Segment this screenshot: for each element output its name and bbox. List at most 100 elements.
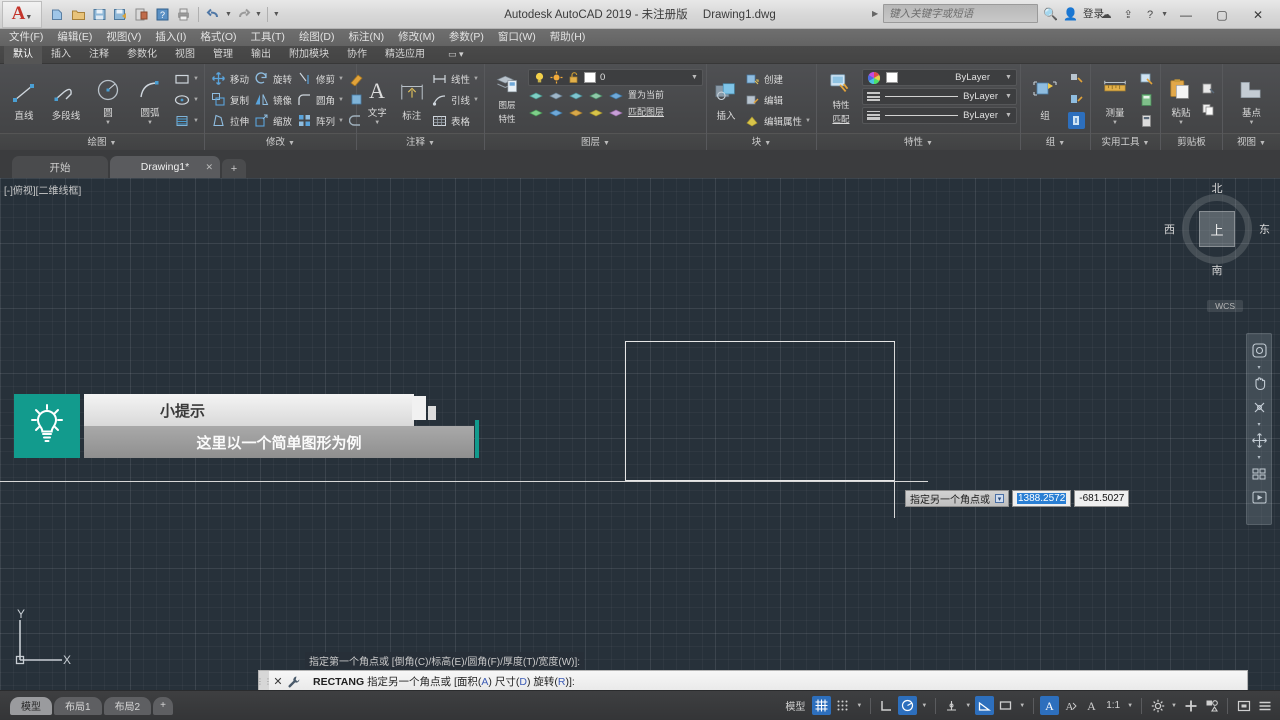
play-nav-icon[interactable] [1249, 487, 1269, 507]
clean-screen-icon[interactable] [1234, 696, 1253, 715]
view-cube-west-label[interactable]: 西 [1164, 221, 1175, 237]
undo-caret-icon[interactable]: ▼ [225, 11, 232, 18]
ribbon-tab-addins[interactable]: 附加模块 [280, 46, 338, 64]
ribbon-panel-group-title[interactable]: 组 ▼ [1020, 133, 1090, 150]
modify-mirror-button[interactable]: 镜像 [251, 90, 294, 110]
new-file-icon[interactable] [48, 5, 67, 24]
draw-ellipse-button[interactable]: ▼ [171, 90, 201, 110]
redo-icon[interactable] [234, 5, 253, 24]
layer-on-lightbulb-icon[interactable] [533, 71, 546, 84]
search-input[interactable]: 键入关键字或短语 [883, 4, 1039, 23]
view-cube-north-label[interactable]: 北 [1174, 180, 1260, 196]
chevron-down-icon[interactable]: ▼ [1248, 120, 1254, 126]
ribbon-tab-view[interactable]: 视图 [166, 46, 204, 64]
ribbon-panel-properties-title[interactable]: 特性 ▼ [816, 133, 1020, 150]
modify-rotate-button[interactable]: 旋转 [251, 69, 294, 89]
ribbon-tab-parametric[interactable]: 参数化 [118, 46, 166, 64]
group-selection-toggle[interactable] [1066, 111, 1087, 131]
dynamic-input-y-field[interactable]: -681.5027 [1074, 490, 1130, 507]
block-edit-button[interactable]: 编辑 [742, 90, 813, 110]
modify-copy-button[interactable]: 复制 [208, 90, 251, 110]
zoom-extents-icon[interactable] [1249, 397, 1269, 417]
chevron-down-icon[interactable]: ▼ [105, 120, 111, 126]
layout-tab-model[interactable]: 模型 [10, 696, 52, 715]
dynamic-input-options-icon[interactable]: ▾ [995, 494, 1004, 503]
annotation-monitor-toggle[interactable]: A [1082, 696, 1101, 715]
ribbon-tab-collaborate[interactable]: 协作 [338, 46, 376, 64]
workspace-settings-icon[interactable] [1148, 696, 1167, 715]
ribbon-panel-draw-title[interactable]: 绘图 ▼ [0, 133, 204, 150]
snap-dropdown-caret-icon[interactable]: ▼ [854, 703, 864, 709]
isolate-objects-icon[interactable] [1202, 696, 1221, 715]
polar-tracking-toggle[interactable] [898, 696, 918, 715]
layer-tool-icon-7[interactable] [548, 105, 565, 120]
ribbon-panel-layer-title[interactable]: 图层 ▼ [484, 133, 706, 150]
osnap-tracking-caret-icon[interactable]: ▼ [963, 703, 973, 709]
chevron-down-icon[interactable]: ▼ [473, 97, 479, 103]
layer-tool-icon-10[interactable] [608, 105, 625, 120]
measure-button[interactable]: 测量 ▼ [1094, 74, 1136, 126]
lineweight-caret-icon[interactable]: ▼ [1017, 703, 1027, 709]
modify-fillet-button[interactable]: 圆角 ▼ [294, 90, 346, 110]
drawn-rectangle[interactable] [625, 341, 895, 481]
draw-circle-button[interactable]: 圆 ▼ [87, 74, 129, 126]
ribbon-panel-block-title[interactable]: 块 ▼ [706, 133, 816, 150]
undo-icon[interactable] [204, 5, 223, 24]
modify-scale-button[interactable]: 缩放 [251, 111, 294, 131]
ribbon-panel-clipboard-title[interactable]: 剪贴板 [1160, 133, 1222, 150]
menu-item-modify[interactable]: 修改(M) [391, 29, 442, 46]
command-input-text[interactable]: RECTANG 指定另一个角点或 [面积(A) 尺寸(D) 旋转(R)]: [313, 674, 575, 689]
ribbon-panel-modify-title[interactable]: 修改 ▼ [204, 133, 356, 150]
orbit-icon[interactable] [1249, 430, 1269, 450]
draw-hatch-button[interactable]: ▼ [171, 111, 201, 131]
close-icon[interactable]: ✕ [205, 162, 213, 173]
menu-item-help[interactable]: 帮助(H) [543, 29, 593, 46]
menu-item-window[interactable]: 窗口(W) [491, 29, 543, 46]
plot-icon[interactable] [132, 5, 151, 24]
minimize-button[interactable]: — [1168, 1, 1204, 28]
block-create-button[interactable]: 创建 [742, 69, 813, 89]
chevron-down-icon[interactable]: ▼ [193, 118, 199, 124]
annotation-leader-button[interactable]: 引线 ▼ [429, 90, 481, 110]
base-view-button[interactable]: 基点 ▼ [1227, 74, 1275, 126]
chevron-down-icon[interactable]: ▼ [1005, 112, 1012, 119]
command-option-0-key[interactable]: A [481, 676, 488, 688]
copy-clip-button[interactable] [1198, 100, 1219, 120]
steering-wheel-icon[interactable] [1249, 340, 1269, 360]
ribbon-panel-view-title[interactable]: 视图 ▼ [1222, 133, 1280, 150]
modify-array-button[interactable]: 阵列 ▼ [294, 111, 346, 131]
new-document-button[interactable]: + [222, 159, 246, 178]
properties-match-button[interactable]: 特性 匹配 [820, 68, 862, 125]
chevron-down-icon[interactable]: ▼ [193, 97, 199, 103]
quick-calc-button[interactable] [1136, 90, 1157, 110]
customize-qat-caret-icon[interactable]: ▼ [273, 11, 280, 18]
draw-rectangle-button[interactable]: ▼ [171, 69, 201, 89]
chevron-down-icon[interactable]: ▼ [1178, 120, 1184, 126]
chevron-down-icon[interactable]: ▼ [1005, 93, 1012, 100]
menu-item-file[interactable]: 文件(F) [2, 29, 50, 46]
draw-line-button[interactable]: 直线 [3, 77, 45, 122]
grid-display-toggle[interactable] [812, 696, 832, 715]
chevron-down-icon[interactable]: ▼ [193, 76, 199, 82]
menu-item-edit[interactable]: 编辑(E) [50, 29, 99, 46]
layer-tool-icon-8[interactable] [568, 105, 585, 120]
zoom-caret-icon[interactable]: ▾ [1257, 421, 1260, 428]
layer-tool-icon-1[interactable] [528, 88, 545, 103]
chevron-down-icon[interactable]: ▼ [374, 120, 380, 126]
status-model-label[interactable]: 模型 [780, 698, 810, 713]
draw-arc-button[interactable]: 圆弧 ▼ [129, 74, 171, 126]
layer-tool-icon-5[interactable] [608, 88, 625, 103]
modify-stretch-button[interactable]: 拉伸 [208, 111, 251, 131]
layout-tab-layout1[interactable]: 布局1 [54, 696, 102, 715]
layer-set-current-label[interactable]: 置为当前 [628, 88, 664, 103]
layer-match-label[interactable]: 匹配图层 [628, 105, 664, 120]
command-option-2-key[interactable]: R [558, 676, 566, 688]
save-as-icon[interactable] [111, 5, 130, 24]
view-cube-south-label[interactable]: 南 [1174, 262, 1260, 278]
ribbon-panel-annotation-title[interactable]: 注释 ▼ [356, 133, 484, 150]
steering-wheel-caret-icon[interactable]: ▾ [1257, 364, 1260, 371]
chevron-down-icon[interactable]: ▼ [338, 118, 344, 124]
modify-trim-button[interactable]: 修剪 ▼ [294, 69, 346, 89]
redo-caret-icon[interactable]: ▼ [255, 11, 262, 18]
view-cube-east-label[interactable]: 东 [1259, 221, 1270, 237]
